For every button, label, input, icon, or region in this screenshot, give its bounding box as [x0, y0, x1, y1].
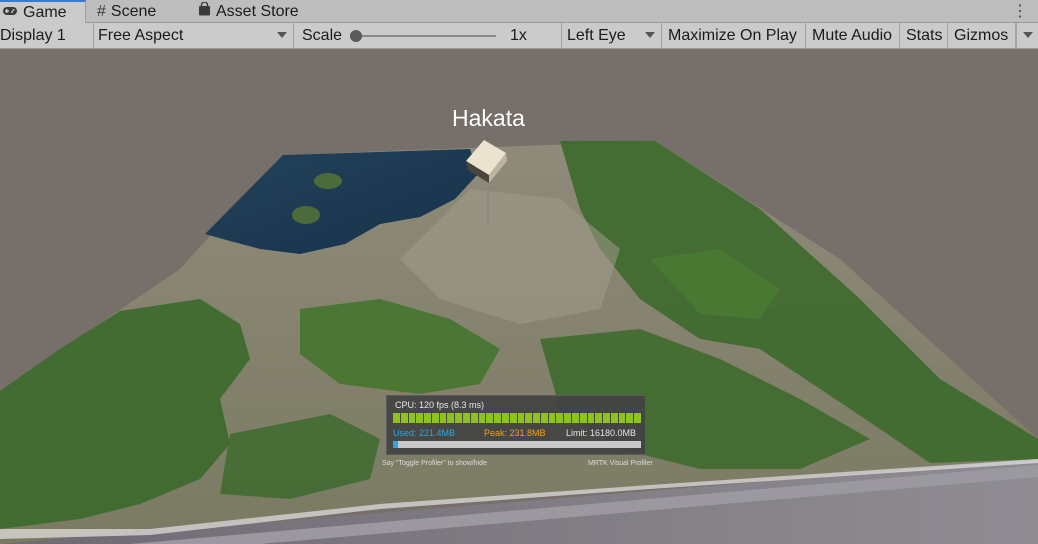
mute-label: Mute Audio — [812, 26, 893, 44]
profiler-frame-bar — [610, 413, 618, 423]
profiler-frame-bar — [517, 413, 525, 423]
chevron-down-icon — [277, 32, 287, 38]
profiler-frame-bar — [579, 413, 587, 423]
display-label: Display 1 — [0, 26, 66, 44]
unity-game-window: Game # Scene Asset Store ⋮ Display 1 Fre… — [0, 0, 1038, 544]
eye-dropdown[interactable]: Left Eye — [562, 23, 662, 48]
profiler-frame-bar — [393, 413, 400, 423]
hash-icon: # — [97, 2, 106, 20]
profiler-frame-bar — [603, 413, 610, 423]
profiler-frame-bar — [595, 413, 603, 423]
scale-label: Scale — [302, 26, 343, 44]
mute-audio-toggle[interactable]: Mute Audio — [806, 23, 900, 48]
profiler-frame-bar — [447, 413, 455, 423]
profiler-frame-bar — [548, 413, 556, 423]
game-viewport[interactable]: Hakata CPU: 120 fps (8.3 ms) Used: 221.4… — [0, 49, 1038, 544]
city-label: Hakata — [452, 105, 525, 131]
maximize-on-play-toggle[interactable]: Maximize On Play — [662, 23, 806, 48]
profiler-frame-bar — [416, 413, 424, 423]
aspect-dropdown[interactable]: Free Aspect — [94, 23, 294, 48]
visual-profiler: CPU: 120 fps (8.3 ms) Used: 221.4MB Peak… — [386, 395, 646, 455]
stats-toggle[interactable]: Stats — [900, 23, 948, 48]
scale-control: Scale 1x — [294, 23, 562, 48]
tab-scene[interactable]: # Scene — [97, 0, 187, 23]
profiler-used: Used: 221.4MB — [393, 428, 456, 438]
stats-label: Stats — [906, 26, 943, 44]
profiler-frame-bar — [556, 413, 564, 423]
bag-icon — [198, 1, 211, 21]
tab-game[interactable]: Game — [0, 0, 86, 23]
profiler-peak: Peak: 231.8MB — [484, 428, 546, 438]
profiler-frame-bar — [424, 413, 431, 423]
profiler-hint-left: Say "Toggle Profiler" to show/hide — [382, 460, 487, 467]
profiler-frame-bars — [393, 413, 641, 423]
profiler-frame-bar — [634, 413, 641, 423]
tab-game-label: Game — [23, 3, 67, 21]
profiler-frame-bar — [540, 413, 548, 423]
profiler-frame-bar — [439, 413, 447, 423]
profiler-frame-bar — [463, 413, 470, 423]
profiler-frame-bar — [470, 413, 478, 423]
chevron-down-icon — [1023, 32, 1033, 38]
gamepad-icon — [2, 4, 18, 22]
profiler-frame-bar — [501, 413, 509, 423]
gizmos-dropdown[interactable] — [1016, 23, 1038, 48]
game-toolbar: Display 1 Free Aspect Scale 1x Left Eye … — [0, 23, 1038, 49]
profiler-frame-bar — [533, 413, 540, 423]
tab-bar: Game # Scene Asset Store ⋮ — [0, 0, 1038, 23]
profiler-frame-bar — [564, 413, 571, 423]
profiler-frame-bar — [431, 413, 439, 423]
profiler-memory-fill — [393, 441, 398, 448]
tab-asset-store[interactable]: Asset Store — [198, 0, 318, 23]
profiler-frame-bar — [571, 413, 579, 423]
profiler-cpu-text: CPU: 120 fps (8.3 ms) — [395, 400, 485, 410]
profiler-hint-right: MRTK Visual Profiler — [588, 460, 653, 467]
profiler-frame-bar — [400, 413, 408, 423]
profiler-frame-bar — [626, 413, 634, 423]
tab-scene-label: Scene — [110, 2, 157, 20]
profiler-frame-bar — [494, 413, 501, 423]
gizmos-toggle[interactable]: Gizmos — [948, 23, 1016, 48]
profiler-frame-bar — [587, 413, 595, 423]
profiler-frame-bar — [478, 413, 486, 423]
profiler-frame-bar — [618, 413, 626, 423]
profiler-limit: Limit: 16180.0MB — [566, 428, 637, 438]
scale-value: 1x — [510, 27, 527, 44]
gizmos-label: Gizmos — [954, 26, 1009, 44]
aspect-label: Free Aspect — [98, 26, 184, 44]
profiler-frame-bar — [408, 413, 416, 423]
profiler-frame-bar — [509, 413, 517, 423]
chevron-down-icon — [645, 32, 655, 38]
display-dropdown[interactable]: Display 1 — [0, 23, 94, 48]
kebab-menu-icon[interactable]: ⋮ — [1012, 1, 1028, 21]
eye-label: Left Eye — [567, 26, 626, 44]
profiler-memory-bar — [393, 441, 641, 448]
profiler-frame-bar — [525, 413, 533, 423]
scale-slider-track[interactable] — [356, 35, 496, 37]
scale-slider-handle[interactable] — [350, 30, 362, 42]
profiler-frame-bar — [486, 413, 494, 423]
profiler-frame-bar — [455, 413, 463, 423]
maximize-label: Maximize On Play — [668, 26, 797, 44]
tab-asset-store-label: Asset Store — [216, 2, 299, 20]
